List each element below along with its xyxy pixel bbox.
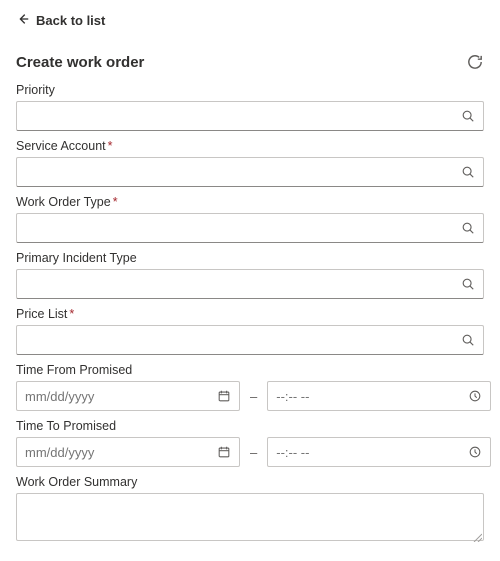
time-from-time-input[interactable] xyxy=(268,382,460,410)
search-icon[interactable] xyxy=(453,165,483,179)
search-icon[interactable] xyxy=(453,109,483,123)
calendar-icon[interactable] xyxy=(209,389,239,403)
required-indicator: * xyxy=(108,139,113,153)
datetime-separator: – xyxy=(250,445,257,460)
service-account-input[interactable] xyxy=(17,158,453,186)
time-from-date-input[interactable] xyxy=(17,382,209,410)
summary-textarea[interactable] xyxy=(16,493,484,541)
required-indicator: * xyxy=(69,307,74,321)
refresh-icon xyxy=(466,58,484,75)
page-title: Create work order xyxy=(16,54,144,71)
service-account-label: Service Account* xyxy=(16,139,484,153)
work-order-type-input[interactable] xyxy=(17,214,453,242)
primary-incident-type-lookup[interactable] xyxy=(16,269,484,299)
required-indicator: * xyxy=(113,195,118,209)
back-to-list-link[interactable]: Back to list xyxy=(16,10,105,31)
time-to-date-input[interactable] xyxy=(17,438,209,466)
time-from-label: Time From Promised xyxy=(16,363,484,377)
search-icon[interactable] xyxy=(453,333,483,347)
calendar-icon[interactable] xyxy=(209,445,239,459)
time-from-time-field[interactable] xyxy=(267,381,491,411)
refresh-button[interactable] xyxy=(466,53,484,71)
priority-label: Priority xyxy=(16,83,484,97)
time-to-time-field[interactable] xyxy=(267,437,491,467)
work-order-type-lookup[interactable] xyxy=(16,213,484,243)
search-icon[interactable] xyxy=(453,277,483,291)
service-account-lookup[interactable] xyxy=(16,157,484,187)
time-to-label: Time To Promised xyxy=(16,419,484,433)
time-to-date-field[interactable] xyxy=(16,437,240,467)
price-list-label: Price List* xyxy=(16,307,484,321)
time-to-time-input[interactable] xyxy=(268,438,460,466)
primary-incident-type-input[interactable] xyxy=(17,270,453,298)
price-list-input[interactable] xyxy=(17,326,453,354)
time-from-date-field[interactable] xyxy=(16,381,240,411)
priority-lookup[interactable] xyxy=(16,101,484,131)
clock-icon[interactable] xyxy=(460,389,490,403)
primary-incident-type-label: Primary Incident Type xyxy=(16,251,484,265)
datetime-separator: – xyxy=(250,389,257,404)
arrow-left-icon xyxy=(16,12,30,29)
priority-input[interactable] xyxy=(17,102,453,130)
clock-icon[interactable] xyxy=(460,445,490,459)
work-order-type-label: Work Order Type* xyxy=(16,195,484,209)
search-icon[interactable] xyxy=(453,221,483,235)
price-list-lookup[interactable] xyxy=(16,325,484,355)
back-to-list-label: Back to list xyxy=(36,13,105,28)
summary-label: Work Order Summary xyxy=(16,475,484,489)
